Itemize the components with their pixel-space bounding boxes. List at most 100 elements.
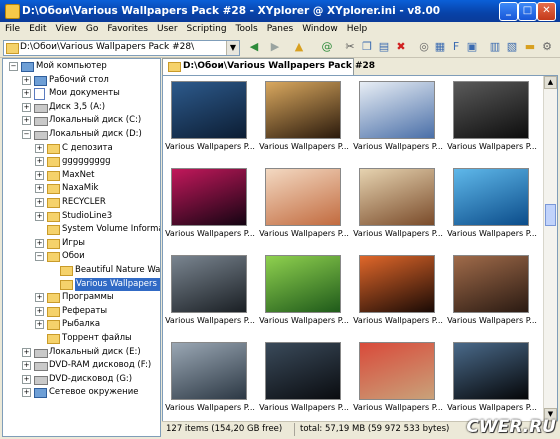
expand-icon[interactable]: +: [35, 238, 44, 248]
expand-icon[interactable]: +: [35, 306, 44, 316]
tree-item[interactable]: Beautiful Nature Wallpapers: [3, 264, 160, 277]
find-icon[interactable]: ◎: [417, 40, 431, 54]
tree-item[interactable]: − Локальный диск (D:): [3, 128, 160, 141]
expand-icon[interactable]: +: [22, 374, 31, 384]
tab-current-folder[interactable]: D:\Обои\Various Wallpapers Pack #28: [162, 58, 375, 75]
collapse-icon[interactable]: −: [35, 252, 44, 262]
maximize-button[interactable]: □: [518, 2, 537, 21]
vertical-scrollbar[interactable]: ▲ ▼: [543, 76, 557, 421]
copy-icon[interactable]: ❐: [360, 40, 374, 54]
menu-item[interactable]: Go: [81, 22, 102, 34]
expand-icon[interactable]: +: [35, 170, 44, 180]
file-thumbnail-item[interactable]: Various Wallpapers P...: [445, 76, 539, 164]
expand-icon[interactable]: +: [22, 116, 31, 126]
tree-item[interactable]: + Локальный диск (C:): [3, 114, 160, 127]
tree-item[interactable]: + Рабочий стол: [3, 74, 160, 87]
expand-icon[interactable]: +: [35, 143, 44, 153]
file-thumbnail-item[interactable]: Various Wallpapers P...: [445, 163, 539, 251]
menu-item[interactable]: File: [0, 22, 24, 34]
expand-icon[interactable]: +: [35, 198, 44, 207]
tree-item[interactable]: + Рефераты: [3, 305, 160, 318]
tree-item[interactable]: + NaxaMik: [3, 182, 160, 195]
expand-icon[interactable]: +: [22, 89, 31, 99]
settings-gear-icon[interactable]: ⚙: [540, 40, 554, 54]
thumbnails-icon[interactable]: ▣: [465, 40, 479, 54]
file-thumbnail-item[interactable]: Various Wallpapers P...: [351, 250, 445, 338]
minimize-button[interactable]: _: [499, 2, 518, 21]
tree-item[interactable]: + Программы: [3, 291, 160, 304]
file-thumbnail-item[interactable]: Various Wallpapers P...: [445, 337, 539, 421]
tree-item[interactable]: + StudioLine3: [3, 210, 160, 223]
expand-icon[interactable]: +: [22, 388, 31, 398]
tree-item[interactable]: + Игры: [3, 237, 160, 250]
tree-item[interactable]: + MaxNet: [3, 169, 160, 182]
menu-item[interactable]: View: [51, 22, 81, 34]
open-folder-icon[interactable]: ▬: [523, 40, 537, 54]
go-icon[interactable]: @: [320, 40, 334, 54]
file-thumbnail-item[interactable]: Various Wallpapers P...: [445, 250, 539, 338]
expand-icon[interactable]: +: [35, 184, 44, 194]
file-thumbnail-item[interactable]: Various Wallpapers P...: [257, 250, 351, 338]
expand-icon[interactable]: +: [22, 347, 31, 357]
menu-item[interactable]: Tools: [231, 22, 262, 34]
menu-item[interactable]: Edit: [24, 22, 50, 34]
file-thumbnail-item[interactable]: Various Wallpapers P...: [163, 250, 257, 338]
up-folder-icon[interactable]: ▲: [292, 40, 306, 54]
expand-icon[interactable]: +: [35, 211, 44, 221]
file-thumbnail-item[interactable]: Various Wallpapers P...: [163, 163, 257, 251]
tree-item[interactable]: + DVD-дисковод (G:): [3, 373, 160, 386]
tree-item[interactable]: + Локальный диск (E:): [3, 346, 160, 359]
menu-item[interactable]: Panes: [262, 22, 297, 34]
collapse-icon[interactable]: −: [9, 62, 18, 71]
menu-item[interactable]: Help: [342, 22, 372, 34]
expand-icon[interactable]: +: [22, 361, 31, 371]
file-thumbnail-item[interactable]: Various Wallpapers P...: [257, 76, 351, 164]
file-list[interactable]: Various Wallpapers P... Various Wallpaper…: [162, 75, 558, 422]
back-arrow-icon[interactable]: ◀: [247, 40, 261, 54]
scroll-thumb[interactable]: [545, 204, 556, 226]
filter-icon[interactable]: F: [449, 40, 463, 54]
close-button[interactable]: ✕: [537, 2, 556, 21]
tree-item[interactable]: + ggggggggg: [3, 155, 160, 168]
tree-item[interactable]: + Диск 3,5 (A:): [3, 101, 160, 114]
forward-arrow-icon[interactable]: ▶: [268, 40, 282, 54]
menu-item[interactable]: User: [152, 22, 182, 34]
tree-item[interactable]: + Мои документы: [3, 87, 160, 101]
layout-icon[interactable]: ▥: [488, 40, 502, 54]
tree-item[interactable]: Торрент файлы: [3, 332, 160, 345]
cut-icon[interactable]: ✂: [343, 40, 357, 54]
tree-item[interactable]: + RECYCLER: [3, 196, 160, 209]
file-thumbnail-item[interactable]: Various Wallpapers P...: [351, 163, 445, 251]
menu-item[interactable]: Scripting: [182, 22, 231, 34]
file-thumbnail-item[interactable]: Various Wallpapers P...: [257, 163, 351, 251]
expand-icon[interactable]: +: [35, 157, 44, 167]
expand-icon[interactable]: +: [22, 75, 31, 85]
expand-icon[interactable]: +: [35, 320, 44, 330]
delete-icon[interactable]: ✖: [394, 40, 408, 54]
address-dropdown-button[interactable]: ▼: [226, 41, 239, 55]
collapse-icon[interactable]: −: [22, 130, 31, 139]
panes-icon[interactable]: ▧: [505, 40, 519, 54]
tree-item[interactable]: System Volume Information: [3, 223, 160, 236]
tree-item[interactable]: + Рыбалка: [3, 318, 160, 331]
file-thumbnail-item[interactable]: Various Wallpapers P...: [351, 337, 445, 421]
menu-item[interactable]: Window: [297, 22, 342, 34]
expand-icon[interactable]: +: [35, 293, 44, 303]
file-thumbnail-item[interactable]: Various Wallpapers P...: [257, 337, 351, 421]
file-thumbnail-item[interactable]: Various Wallpapers P...: [351, 76, 445, 164]
tree-item[interactable]: + Сетевое окружение: [3, 386, 160, 399]
folder-tree[interactable]: − Мой компьютер + Рабочий стол + Мои документ…: [2, 58, 161, 437]
tree-item[interactable]: + DVD-RAM дисковод (F:): [3, 359, 160, 372]
tree-item[interactable]: + С депозита: [3, 142, 160, 155]
tree-item[interactable]: − Обои: [3, 250, 160, 263]
expand-icon[interactable]: +: [22, 102, 31, 112]
view-details-icon[interactable]: ▦: [433, 40, 447, 54]
scroll-up-button[interactable]: ▲: [544, 76, 557, 89]
tree-item[interactable]: − Мой компьютер: [3, 60, 160, 73]
file-thumbnail-item[interactable]: Various Wallpapers P...: [163, 337, 257, 421]
file-thumbnail-item[interactable]: Various Wallpapers P...: [163, 76, 257, 164]
paste-icon[interactable]: ▤: [377, 40, 391, 54]
tree-item[interactable]: Various Wallpapers Pack #28: [3, 277, 160, 291]
menu-item[interactable]: Favorites: [102, 22, 152, 34]
address-bar[interactable]: D:\Обои\Various Wallpapers Pack #28\ ▼: [3, 40, 240, 56]
